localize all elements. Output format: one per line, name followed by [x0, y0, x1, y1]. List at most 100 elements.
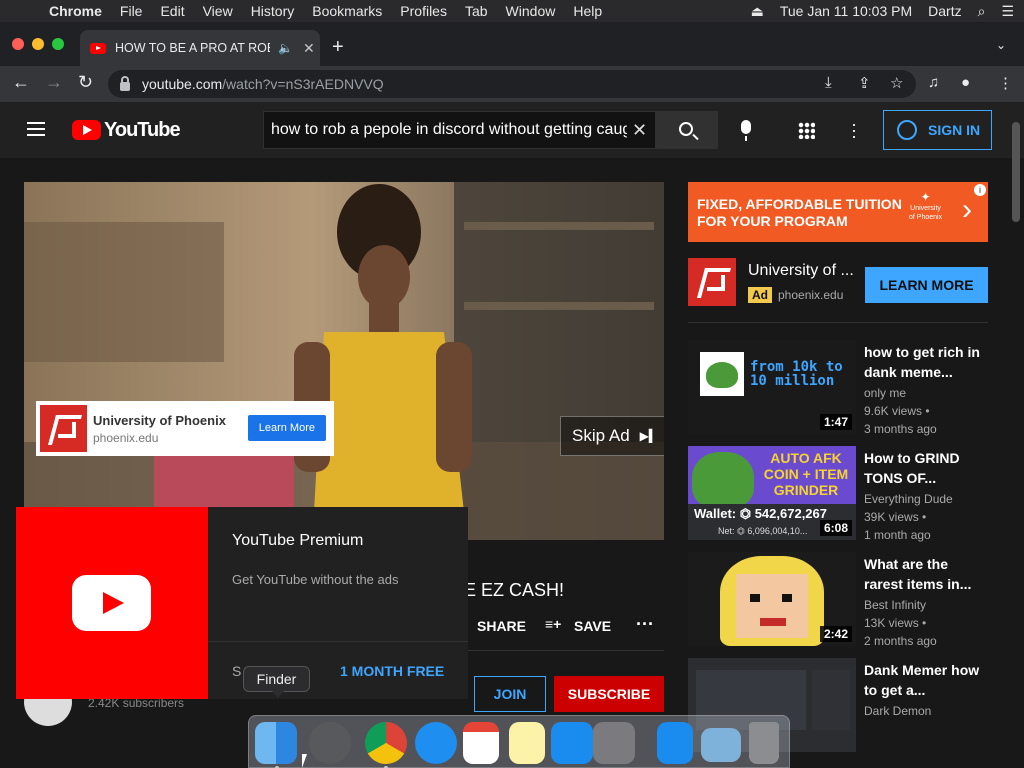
recommendation-item[interactable]: 2:42 What are the rarest items in... Bes… [688, 552, 988, 648]
tab-close-icon[interactable]: ✕ [303, 40, 315, 57]
reload-icon[interactable]: ↻ [78, 72, 93, 93]
thumb-text-line: 10 million [750, 373, 835, 389]
video-thumbnail[interactable]: AUTO AFK COIN + ITEM GRINDER Wallet: ⏣ 5… [688, 446, 856, 540]
youtube-favicon-icon [90, 42, 106, 54]
menu-history[interactable]: History [242, 3, 304, 19]
recommendation-item[interactable]: from 10k to 10 million 1:47 how to get r… [688, 340, 988, 436]
settings-more-icon[interactable]: · · · [849, 115, 859, 145]
share-icon[interactable]: ⇪ [858, 74, 871, 92]
menu-edit[interactable]: Edit [151, 3, 193, 19]
sidebar-ad-name[interactable]: University of ... [748, 262, 854, 280]
trash-icon[interactable] [749, 722, 779, 764]
recommendation-item[interactable]: AUTO AFK COIN + ITEM GRINDER Wallet: ⏣ 5… [688, 446, 988, 542]
eject-icon[interactable]: ⏏ [751, 3, 764, 20]
thumb-text-line: from 10k to [750, 359, 843, 375]
channel-name[interactable]: Dark Demon [864, 704, 931, 718]
video-title[interactable]: how to get rich in dank meme... [864, 342, 982, 382]
install-app-icon[interactable]: ⤓ [825, 74, 832, 91]
new-tab-plus-icon[interactable]: + [332, 36, 344, 59]
channel-name[interactable]: Everything Dude [864, 492, 953, 506]
tab-audio-icon[interactable]: 🔈 [278, 41, 293, 55]
lock-icon[interactable] [120, 75, 130, 91]
apps-grid-icon[interactable] [798, 122, 815, 139]
subscribe-button[interactable]: SUBSCRIBE [554, 676, 664, 712]
companion-ad-card[interactable]: University of Phoenix phoenix.edu Learn … [36, 401, 334, 456]
menu-profiles[interactable]: Profiles [391, 3, 456, 19]
launchpad-icon[interactable] [309, 722, 351, 764]
banner-headline: FIXED, AFFORDABLE TUITION FOR YOUR PROGR… [697, 196, 902, 230]
ad-learn-more-button[interactable]: Learn More [247, 415, 326, 441]
video-title[interactable]: How to GRIND TONS OF... [864, 448, 982, 488]
app-store-icon[interactable] [551, 722, 593, 764]
spotlight-search-icon[interactable]: ⌕ [978, 3, 986, 20]
control-center-icon[interactable]: ☰ [1001, 3, 1014, 20]
menu-view[interactable]: View [194, 3, 242, 19]
premium-skip-button[interactable]: S [232, 663, 241, 679]
menu-tab[interactable]: Tab [456, 3, 497, 19]
save-button[interactable]: SAVE [574, 618, 611, 634]
back-arrow-icon[interactable]: ← [12, 72, 30, 93]
chrome-menu-icon[interactable]: ⋮ [998, 74, 1013, 92]
menu-file[interactable]: File [111, 3, 152, 19]
skip-ad-button[interactable]: Skip Ad ▶▍ [560, 416, 664, 456]
phoenix-logo-icon[interactable] [688, 258, 736, 306]
video-thumbnail[interactable]: from 10k to 10 million 1:47 [688, 340, 856, 434]
video-player[interactable]: University of Phoenix phoenix.edu Learn … [24, 182, 664, 540]
video-title[interactable]: What are the rarest items in... [864, 554, 982, 594]
address-bar[interactable]: youtube.com/watch?v=nS3rAEDNVVQ [108, 70, 916, 98]
profile-icon[interactable]: ● [961, 74, 970, 91]
search-input[interactable]: how to rob a pepole in discord without g… [263, 111, 656, 149]
media-control-icon[interactable]: ♫ [928, 74, 939, 91]
video-thumbnail[interactable]: 2:42 [688, 552, 856, 646]
search-query[interactable]: how to rob a pepole in discord without g… [271, 121, 627, 139]
youtube-logo-icon[interactable] [72, 120, 101, 140]
search-button[interactable] [656, 111, 718, 149]
playlist-add-icon[interactable]: ≡+ [545, 616, 561, 632]
downloads-folder-icon[interactable] [701, 728, 741, 762]
sidebar-ad-banner[interactable]: FIXED, AFFORDABLE TUITION FOR YOUR PROGR… [688, 182, 988, 242]
menu-help[interactable]: Help [564, 3, 611, 19]
window-zoom-button[interactable] [52, 38, 64, 50]
channel-name[interactable]: only me [864, 386, 906, 400]
premium-art [16, 507, 208, 699]
menu-bookmarks[interactable]: Bookmarks [303, 3, 391, 19]
hamburger-menu-icon[interactable] [27, 122, 45, 136]
phoenix-logo-icon [40, 405, 87, 452]
voice-search-mic-icon[interactable] [741, 120, 751, 141]
more-actions-icon[interactable]: ··· [636, 614, 654, 635]
share-button[interactable]: SHARE [477, 618, 526, 634]
window-minimize-button[interactable] [32, 38, 44, 50]
view-count: 9.6K views • [864, 404, 930, 418]
app-store-folder-icon[interactable] [657, 722, 693, 764]
calendar-icon[interactable] [463, 722, 499, 764]
browser-tab-active[interactable]: HOW TO BE A PRO AT ROB 🔈 ✕ [80, 30, 320, 66]
page-scrollbar[interactable] [1012, 122, 1020, 222]
system-preferences-icon[interactable] [593, 722, 635, 764]
safari-icon[interactable] [415, 722, 457, 764]
join-button[interactable]: JOIN [474, 676, 546, 712]
dock-tooltip: Finder [243, 666, 310, 698]
premium-divider [208, 641, 468, 642]
video-title[interactable]: Dank Memer how to get a... [864, 660, 982, 700]
chrome-icon[interactable] [365, 722, 407, 764]
forward-arrow-icon[interactable]: → [45, 72, 63, 93]
bookmark-star-icon[interactable]: ☆ [890, 74, 903, 92]
notes-icon[interactable] [509, 722, 545, 764]
sign-in-button[interactable]: SIGN IN [883, 110, 992, 150]
menubar-clock[interactable]: Tue Jan 11 10:03 PM [780, 3, 912, 19]
ad-info-icon[interactable]: i [974, 184, 986, 196]
tab-search-chevron-icon[interactable]: ⌄ [996, 38, 1006, 52]
menu-app-name[interactable]: Chrome [40, 3, 111, 19]
channel-name[interactable]: Best Infinity [864, 598, 926, 612]
menubar-user[interactable]: Dartz [928, 3, 961, 19]
menu-window[interactable]: Window [497, 3, 565, 19]
window-close-button[interactable] [12, 38, 24, 50]
sidebar-learn-more-button[interactable]: LEARN MORE [865, 267, 988, 303]
finder-icon[interactable] [255, 722, 297, 764]
clear-search-icon[interactable]: ✕ [632, 120, 647, 141]
phoenix-bird-icon: ✦ [920, 190, 931, 204]
view-count: 13K views • [864, 616, 927, 630]
youtube-wordmark[interactable]: YouTube [104, 119, 181, 142]
premium-free-trial-button[interactable]: 1 MONTH FREE [340, 663, 444, 679]
youtube-header: YouTube how to rob a pepole in discord w… [0, 102, 1024, 158]
